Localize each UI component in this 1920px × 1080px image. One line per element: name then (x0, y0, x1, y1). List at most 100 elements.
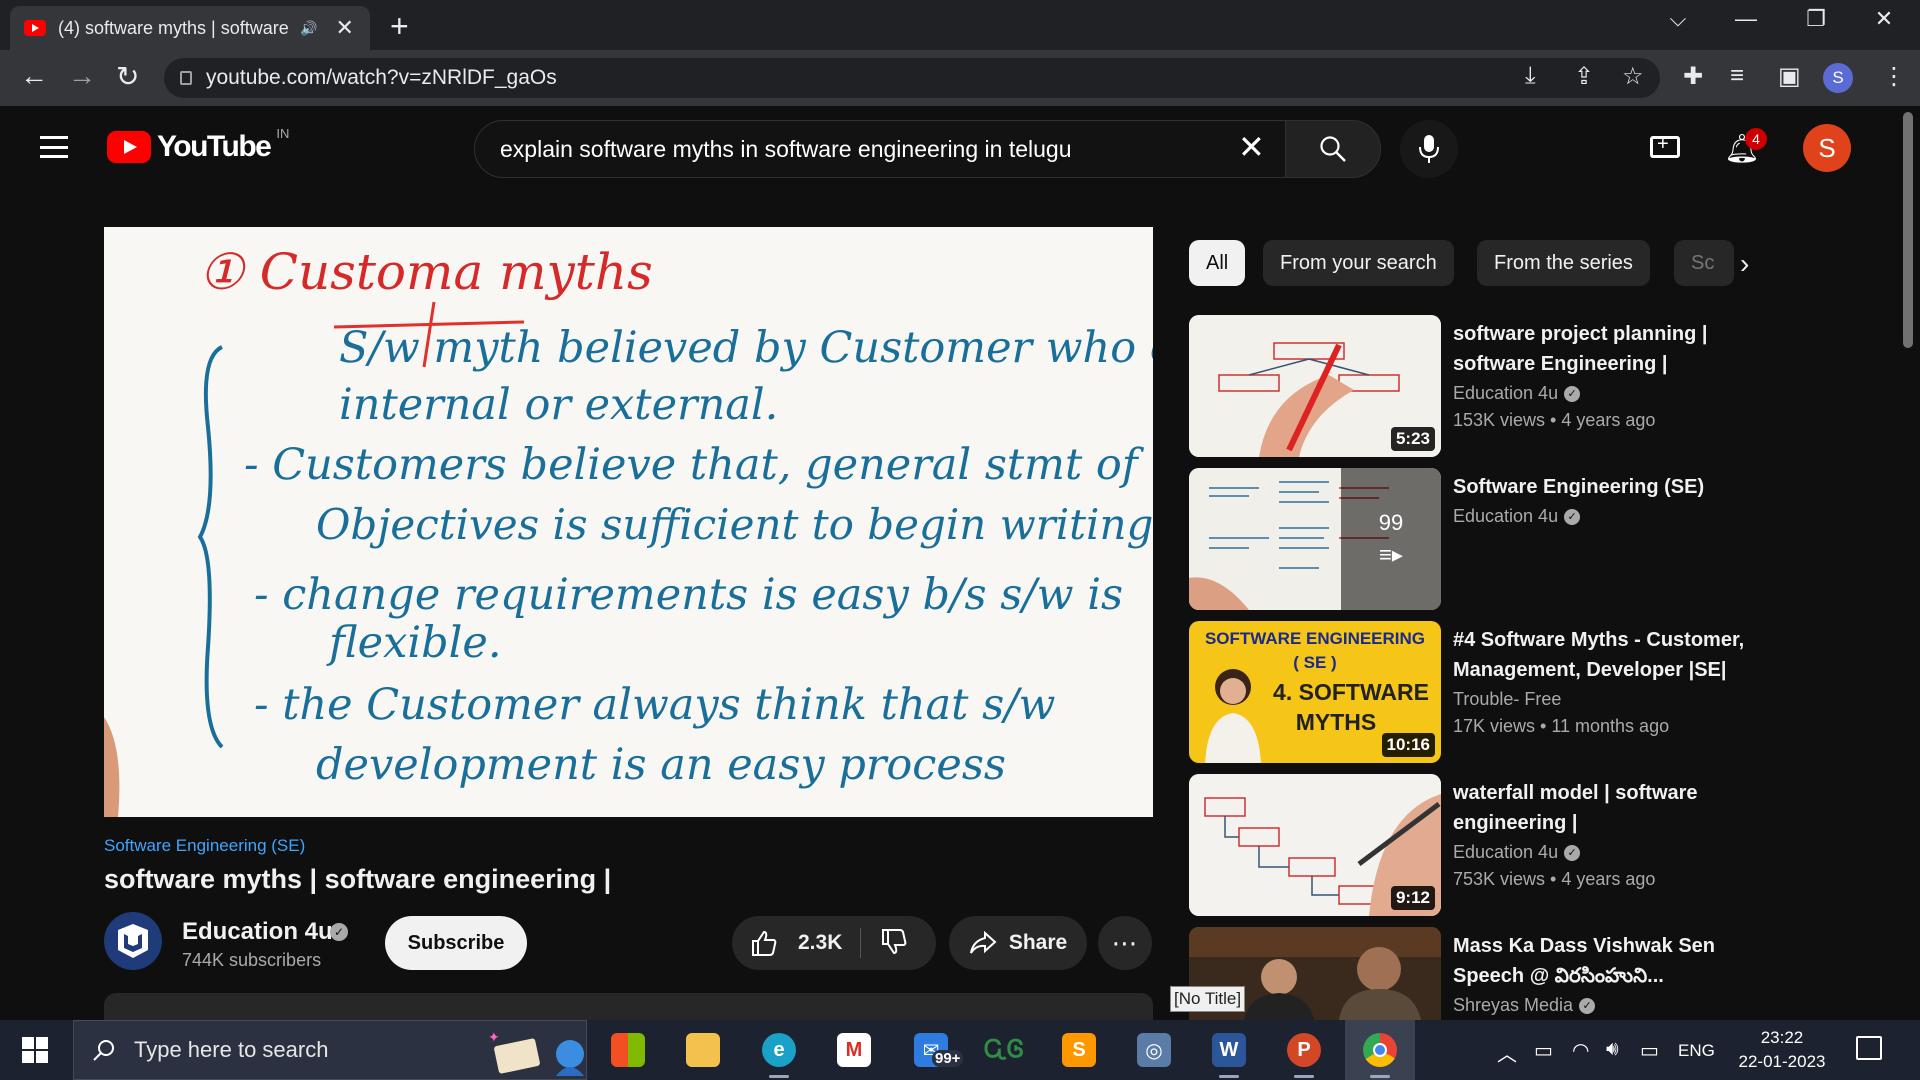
notification-center-icon[interactable] (1856, 1036, 1882, 1060)
thumbs-up-icon (752, 930, 777, 956)
series-link[interactable]: Software Engineering (SE) (104, 836, 305, 856)
related-video[interactable]: Mass Ka Dass Vishwak Sen Speech @ విరసిం… (1189, 927, 1879, 1020)
language-indicator[interactable]: ENG (1678, 1041, 1715, 1061)
hover-tooltip: [No Title] (1170, 986, 1246, 1012)
taskbar-gmail-app[interactable]: M (819, 1020, 889, 1080)
taskbar-clock[interactable]: 23:22 22-01-2023 (1730, 1026, 1834, 1074)
video-duration: 9:12 (1390, 886, 1435, 910)
bookmark-star-icon[interactable]: ☆ (1622, 62, 1644, 91)
close-window-button[interactable]: ✕ (1864, 6, 1904, 32)
taskbar-search-placeholder: Type here to search (134, 1037, 329, 1062)
browser-profile-avatar[interactable]: S (1823, 63, 1853, 93)
chip-all[interactable]: All (1189, 240, 1246, 286)
clear-search-icon[interactable]: ✕ (1238, 131, 1265, 163)
chip-from-the-series[interactable]: From the series (1477, 240, 1650, 286)
dislike-button[interactable] (880, 928, 908, 963)
related-video[interactable]: SOFTWARE ENGINEERING ( SE ) 4. SOFTWARE … (1189, 621, 1879, 763)
hamburger-menu-icon[interactable] (40, 136, 68, 158)
share-page-icon[interactable]: ⇪ (1574, 62, 1594, 91)
new-tab-button[interactable]: + (390, 8, 409, 45)
related-playlist[interactable]: 99 ≡▸ Software Engineering (SE) Educatio… (1189, 468, 1879, 610)
youtube-logo[interactable]: YouTube IN (107, 126, 289, 164)
taskbar-edge-app[interactable]: e (744, 1020, 814, 1080)
subscribe-button[interactable]: Subscribe (385, 916, 527, 970)
channel-avatar[interactable] (104, 912, 162, 970)
browser-menu-icon[interactable]: ⋮ (1882, 62, 1906, 91)
minimize-button[interactable]: — (1726, 6, 1766, 32)
playlist-thumbnail[interactable]: 99 ≡▸ (1189, 468, 1441, 610)
related-meta: 17K views • 11 months ago (1453, 716, 1670, 736)
related-video-title[interactable]: #4 Software Myths - Customer, Management… (1453, 625, 1783, 685)
related-video[interactable]: 9:12 waterfall model | software engineer… (1189, 774, 1879, 916)
youtube-wordmark: YouTube (157, 130, 272, 163)
related-video[interactable]: 5:23 software project planning | softwar… (1189, 315, 1879, 457)
video-player[interactable]: ① Customa myths S/w myth believed by Cus… (104, 227, 1153, 817)
page-scrollbar-thumb[interactable] (1903, 112, 1913, 348)
like-count: 2.3K (798, 931, 843, 954)
tab-search-chevron-icon[interactable]: ⌵ (1658, 6, 1698, 32)
related-video-title[interactable]: software project planning | software Eng… (1453, 319, 1783, 379)
forward-arrow-icon[interactable]: → (68, 60, 96, 92)
voice-search-button[interactable] (1400, 120, 1458, 178)
related-playlist-title[interactable]: Software Engineering (SE) (1453, 472, 1783, 502)
battery-icon[interactable]: ▭ (1640, 1038, 1659, 1063)
related-channel[interactable]: Education 4u ✓ (1453, 383, 1581, 404)
tab-close-icon[interactable]: ✕ (335, 15, 353, 41)
media-control-icon[interactable]: ≡ (1730, 62, 1744, 90)
like-button[interactable]: 2.3K (750, 916, 842, 970)
related-video-title[interactable]: waterfall model | software engineering | (1453, 778, 1783, 838)
whiteboard-line-7: flexible. (326, 618, 502, 668)
display-icon[interactable]: ▭ (1534, 1038, 1553, 1063)
browser-tab[interactable]: (4) software myths | software engineerin… (10, 6, 370, 50)
chip-from-your-search[interactable]: From your search (1263, 240, 1454, 286)
show-hidden-icons-chevron-icon[interactable]: ︿ (1497, 1038, 1517, 1067)
search-input[interactable]: explain software myths in software engin… (474, 120, 1286, 178)
taskbar-sublime-app[interactable]: S (1044, 1020, 1114, 1080)
taskbar-word-app[interactable]: W (1194, 1020, 1264, 1080)
extensions-puzzle-icon[interactable]: ✚ (1683, 62, 1703, 91)
powerpoint-icon: P (1287, 1033, 1321, 1067)
taskbar-geeksforgeeks-app[interactable]: ᏩᎶ (969, 1020, 1039, 1080)
side-panel-icon[interactable]: ▣ (1778, 62, 1801, 91)
search-button[interactable] (1285, 120, 1381, 178)
taskbar-file-explorer-app[interactable] (668, 1020, 738, 1080)
taskbar-chrome-app[interactable] (1345, 1020, 1415, 1080)
playlist-count: 99 (1378, 510, 1404, 535)
create-video-icon[interactable] (1650, 133, 1680, 158)
back-arrow-icon[interactable]: ← (20, 60, 48, 92)
reload-icon[interactable]: ↻ (116, 60, 139, 93)
description-box[interactable] (104, 993, 1153, 1023)
volume-icon[interactable]: 🔊︎ (1606, 1038, 1619, 1061)
chips-next-chevron-icon[interactable]: › (1740, 248, 1749, 280)
related-channel-name[interactable]: Trouble- Free (1453, 689, 1561, 710)
taskbar-search-box[interactable]: Type here to search ✦ (73, 1020, 587, 1080)
windows-taskbar: Type here to search ✦ e M ✉ 99+ ᏩᎶ S ◎ W… (0, 1020, 1920, 1080)
address-bar[interactable]: youtube.com/watch?v=zNRlDF_gaOs (164, 58, 1660, 98)
verified-check-icon: ✓ (330, 923, 348, 941)
chip-truncated[interactable]: Sc (1674, 240, 1734, 286)
video-thumbnail[interactable]: 5:23 (1189, 315, 1441, 457)
related-channel[interactable]: Education 4u ✓ (1453, 842, 1581, 863)
share-button[interactable]: Share (949, 916, 1087, 970)
notification-count-badge: 4 (1745, 128, 1767, 150)
related-video-title[interactable]: Mass Ka Dass Vishwak Sen Speech @ విరసిం… (1453, 931, 1783, 991)
video-thumbnail[interactable]: SOFTWARE ENGINEERING ( SE ) 4. SOFTWARE … (1189, 621, 1441, 763)
related-channel[interactable]: Shreyas Media ✓ (1453, 995, 1596, 1016)
tab-title: (4) software myths | software engineerin… (58, 17, 288, 38)
taskbar-mail-app[interactable]: ✉ 99+ (896, 1020, 966, 1080)
taskbar-app-unknown[interactable]: ◎ (1119, 1020, 1189, 1080)
related-channel[interactable]: Education 4u ✓ (1453, 506, 1581, 527)
taskbar-powerpoint-app[interactable]: P (1269, 1020, 1339, 1080)
channel-name[interactable]: Education 4u (182, 918, 333, 946)
taskbar-store-app[interactable] (593, 1020, 663, 1080)
whiteboard-line-1: ① Customa myths (199, 243, 653, 301)
install-app-icon[interactable]: ⤓ (1525, 62, 1536, 90)
video-thumbnail[interactable]: 9:12 (1189, 774, 1441, 916)
more-actions-button[interactable]: ⋯ (1098, 916, 1152, 970)
wifi-icon[interactable]: ◠ (1572, 1038, 1589, 1063)
windows-start-icon[interactable] (22, 1037, 48, 1063)
share-label: Share (1008, 931, 1068, 954)
tab-audio-icon[interactable]: 🔊 (300, 20, 317, 37)
account-avatar[interactable]: S (1803, 124, 1851, 172)
restore-button[interactable]: ❐ (1796, 6, 1836, 32)
